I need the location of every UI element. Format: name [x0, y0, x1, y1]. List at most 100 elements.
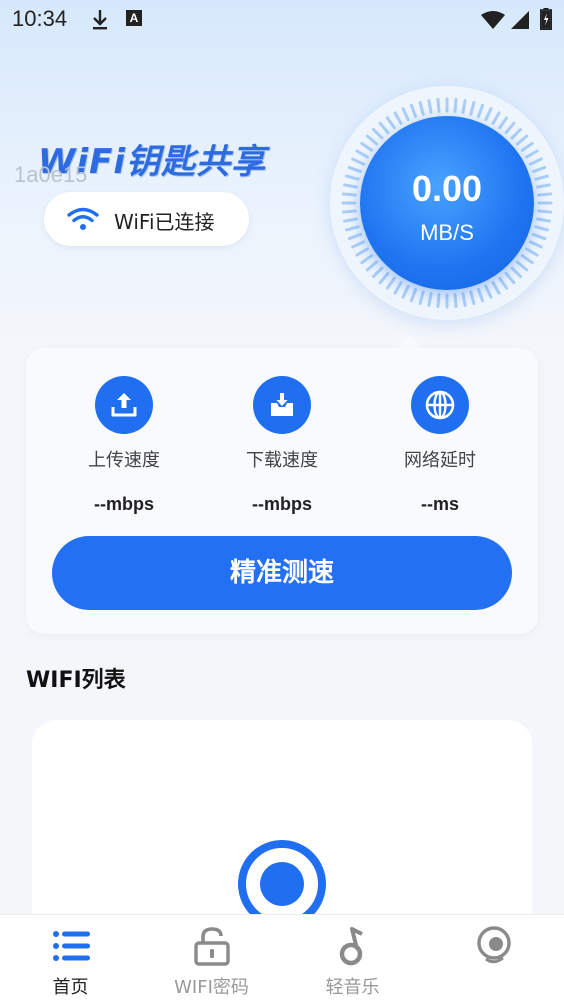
- download-icon: [93, 10, 107, 30]
- dial-tick: [520, 141, 534, 152]
- speed-test-button[interactable]: 精准测速: [52, 536, 512, 610]
- download-stat: 下载速度 --mbps: [202, 376, 362, 515]
- dial-tick: [401, 107, 410, 122]
- status-time: 10:34: [12, 6, 68, 31]
- latency-stat: 网络延时 --ms: [360, 376, 520, 515]
- dial-tick: [510, 266, 523, 279]
- wifi-list-title: WIFI列表: [26, 668, 126, 693]
- dial-tick: [355, 149, 369, 159]
- signal-icon: [511, 11, 529, 29]
- dial-tick: [537, 192, 553, 197]
- dial-tick: [360, 254, 374, 265]
- nav-wifi-password-label: WIFI密码: [174, 977, 249, 998]
- download-value: --mbps: [252, 494, 312, 514]
- dial-tick: [453, 97, 458, 113]
- dial-tick: [341, 209, 357, 214]
- dial-tick: [469, 290, 476, 305]
- profile-icon: [476, 926, 511, 964]
- speed-unit: MB/S: [420, 220, 474, 245]
- wifi-list-card: [32, 720, 532, 940]
- dial-tick: [365, 134, 379, 146]
- dial-tick: [484, 284, 493, 299]
- nav-profile[interactable]: [423, 915, 564, 1004]
- dial-tick: [345, 225, 360, 232]
- dial-tick: [484, 107, 493, 122]
- dial-tick: [355, 247, 369, 257]
- download-tray-icon: [253, 376, 311, 434]
- latency-label: 网络延时: [404, 450, 476, 471]
- dial-tick: [504, 271, 516, 285]
- dial-tick: [520, 254, 534, 265]
- status-bar: 10:34 A: [0, 0, 564, 40]
- dial-tick: [498, 276, 509, 290]
- dial-tick: [341, 192, 357, 197]
- dial-tick: [476, 287, 485, 303]
- nav-home-label: 首页: [52, 977, 89, 998]
- nav-music[interactable]: 轻音乐: [282, 915, 423, 1004]
- dial-tick: [347, 165, 363, 174]
- globe-icon: [411, 376, 469, 434]
- upload-stat: 上传速度 --mbps: [44, 376, 204, 515]
- speed-value: 0.00: [411, 168, 483, 209]
- speed-card: 上传速度 --mbps 下载速度 --mbps 网络延时 --ms 精准测速: [26, 348, 538, 634]
- dial-tick: [436, 293, 441, 309]
- battery-icon: [540, 8, 552, 30]
- dial-tick: [436, 97, 441, 113]
- dial-tick: [528, 157, 543, 166]
- dial-tick: [498, 116, 509, 130]
- dial-tick: [461, 292, 467, 307]
- dial-tick: [418, 290, 425, 305]
- upload-label: 上传速度: [88, 450, 160, 471]
- dial-tick: [385, 276, 396, 290]
- dial-tick: [515, 260, 529, 272]
- nav-home[interactable]: 首页: [0, 915, 141, 1004]
- dial-tick: [378, 271, 390, 285]
- dial-tick: [491, 281, 501, 295]
- wifi-icon: [67, 207, 99, 230]
- dial-tick: [469, 101, 476, 116]
- dial-tick: [531, 165, 547, 174]
- dial-tick: [534, 225, 549, 232]
- dial-tick: [371, 266, 384, 279]
- upload-icon: [95, 376, 153, 434]
- dial-tick: [393, 111, 403, 125]
- dial-tick: [347, 232, 363, 241]
- dial-tick: [536, 217, 551, 223]
- dial-tick: [401, 284, 410, 299]
- download-label: 下载速度: [246, 450, 318, 471]
- dial-tick: [491, 111, 501, 125]
- dial-tick: [409, 103, 418, 119]
- dial-tick: [371, 127, 384, 140]
- dial-tick: [365, 260, 379, 272]
- connection-status-pill[interactable]: WiFi已连接: [44, 192, 249, 246]
- dial-tick: [345, 174, 360, 181]
- dial-tick: [385, 116, 396, 130]
- dial-tick: [351, 157, 366, 166]
- dial-tick: [378, 121, 390, 135]
- dial-tick: [418, 101, 425, 116]
- dial-tick: [360, 141, 374, 152]
- dial-tick: [427, 292, 433, 307]
- dial-tick: [453, 293, 458, 309]
- upload-value: --mbps: [94, 494, 154, 514]
- dial-tick: [510, 127, 523, 140]
- dial-tick: [537, 209, 553, 214]
- speed-dial-center: 0.00 MB/S: [360, 116, 534, 290]
- latency-value: --ms: [420, 494, 459, 514]
- bottom-nav: 首页 WIFI密码 轻音乐: [0, 914, 564, 1004]
- list-icon: [52, 931, 90, 961]
- dial-tick: [409, 287, 418, 303]
- speed-dial: 0.00 MB/S: [330, 86, 564, 320]
- dial-tick: [525, 247, 539, 257]
- dial-tick: [536, 183, 551, 189]
- dial-tick: [531, 232, 547, 241]
- lock-icon: [193, 927, 230, 966]
- dial-tick: [343, 217, 358, 223]
- dial-tick: [427, 99, 433, 114]
- nav-wifi-password[interactable]: WIFI密码: [141, 915, 282, 1004]
- dial-tick: [534, 174, 549, 181]
- watermark-text: 1a0e15: [14, 162, 88, 187]
- dial-tick: [476, 103, 485, 119]
- dial-tick: [515, 134, 529, 146]
- dial-tick: [461, 99, 467, 114]
